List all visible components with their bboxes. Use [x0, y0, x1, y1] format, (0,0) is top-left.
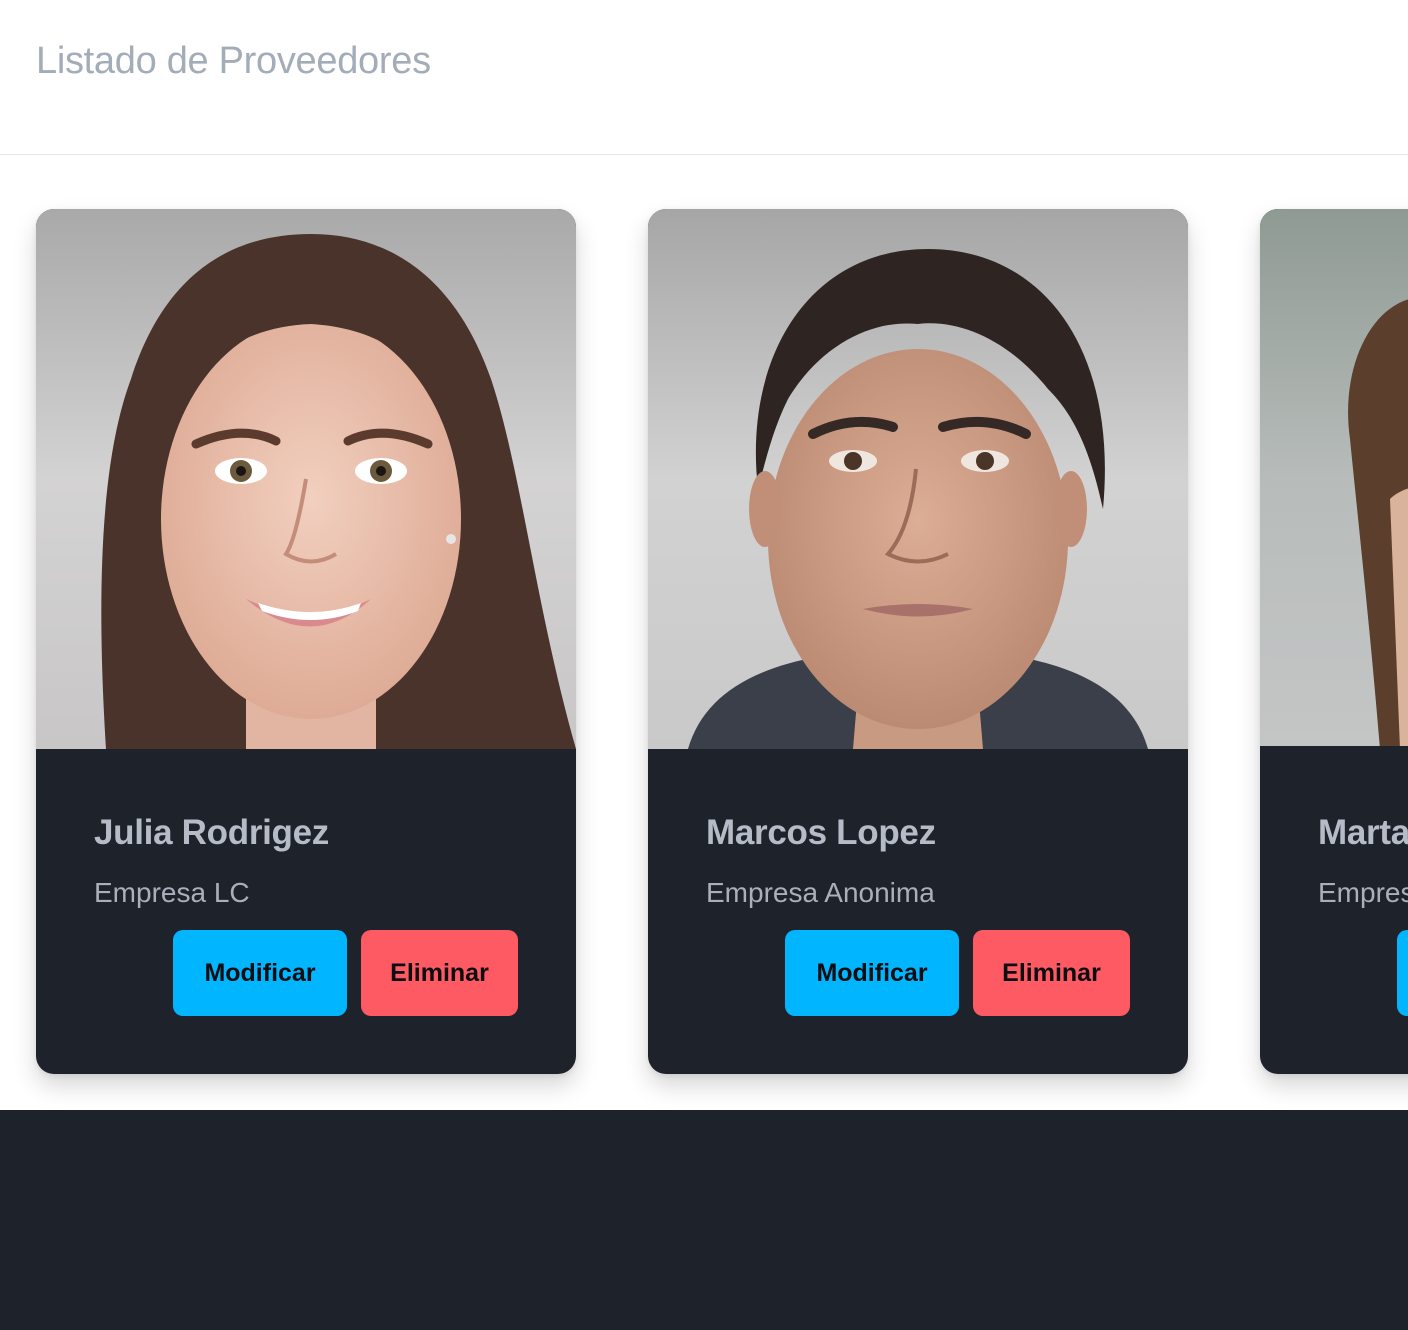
delete-button[interactable]: Eliminar [361, 930, 518, 1016]
page-footer [0, 1110, 1408, 1330]
provider-card: Julia Rodrigez Empresa LC Modificar Elim… [36, 209, 576, 1074]
provider-name: Julia Rodrigez [94, 813, 330, 852]
delete-button[interactable]: Eliminar [973, 930, 1130, 1016]
provider-card: Marta Empres [1260, 209, 1408, 1074]
provider-name: Marcos Lopez [706, 813, 936, 852]
provider-photo-woman [36, 209, 576, 749]
page-header: Listado de Proveedores [0, 0, 1408, 155]
provider-company: Empres [1318, 877, 1408, 908]
provider-photo [648, 209, 1188, 749]
provider-name: Marta [1318, 813, 1408, 852]
modify-button[interactable] [1397, 930, 1408, 1016]
provider-photo-person [1260, 209, 1408, 746]
provider-photo-man [648, 209, 1188, 749]
provider-company: Empresa Anonima [706, 877, 935, 908]
provider-card-list: Julia Rodrigez Empresa LC Modificar Elim… [0, 155, 1408, 1110]
page-title: Listado de Proveedores [36, 40, 431, 82]
provider-company: Empresa LC [94, 877, 250, 908]
modify-button[interactable]: Modificar [785, 930, 959, 1016]
modify-button[interactable]: Modificar [173, 930, 347, 1016]
provider-photo [36, 209, 576, 749]
provider-card: Marcos Lopez Empresa Anonima Modificar E… [648, 209, 1188, 1074]
provider-photo [1260, 209, 1408, 746]
